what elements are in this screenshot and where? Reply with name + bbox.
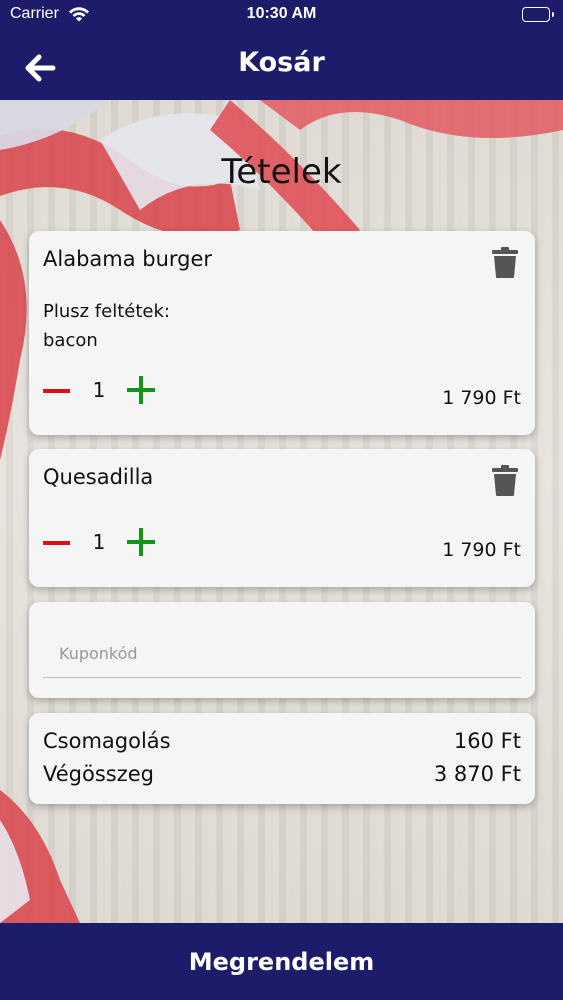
decrease-quantity-button[interactable] bbox=[43, 531, 71, 555]
summary-card: Csomagolás 160 Ft Végösszeg 3 870 Ft bbox=[29, 713, 535, 804]
quantity-value: 1 bbox=[92, 378, 106, 402]
coupon-input[interactable] bbox=[43, 630, 521, 678]
cart-item-card: Alabama burger Plusz feltétek: bacon 1 1… bbox=[29, 231, 535, 435]
navigation-bar: Kosár bbox=[0, 30, 563, 100]
trash-icon bbox=[492, 465, 518, 496]
packaging-value: 160 Ft bbox=[453, 729, 521, 753]
cart-item-card: Quesadilla 1 1 790 Ft bbox=[29, 449, 535, 587]
item-price: 1 790 Ft bbox=[442, 539, 521, 561]
extras-label: Plusz feltétek: bbox=[43, 301, 170, 322]
coupon-card bbox=[29, 602, 535, 698]
cart-content: Tételek Alabama burger Plusz feltétek: b… bbox=[0, 100, 563, 923]
clock: 10:30 AM bbox=[246, 5, 317, 22]
delete-button[interactable] bbox=[492, 247, 518, 278]
increase-quantity-button[interactable] bbox=[127, 528, 155, 556]
item-price: 1 790 Ft bbox=[442, 387, 521, 409]
decrease-quantity-button[interactable] bbox=[43, 379, 71, 403]
section-title: Tételek bbox=[221, 152, 342, 192]
battery-icon bbox=[522, 7, 554, 22]
packaging-label: Csomagolás bbox=[43, 729, 171, 753]
delete-button[interactable] bbox=[492, 465, 518, 496]
status-bar: Carrier 10:30 AM bbox=[0, 0, 563, 30]
total-label: Végösszeg bbox=[43, 762, 154, 786]
page-title: Kosár bbox=[238, 47, 325, 78]
order-button[interactable]: Megrendelem bbox=[0, 923, 563, 1000]
item-name: Alabama burger bbox=[43, 247, 213, 271]
trash-icon bbox=[492, 247, 518, 278]
total-value: 3 870 Ft bbox=[433, 762, 521, 786]
extras-value: bacon bbox=[43, 330, 98, 351]
quantity-value: 1 bbox=[92, 530, 106, 554]
item-name: Quesadilla bbox=[43, 465, 154, 489]
increase-quantity-button[interactable] bbox=[127, 376, 155, 404]
